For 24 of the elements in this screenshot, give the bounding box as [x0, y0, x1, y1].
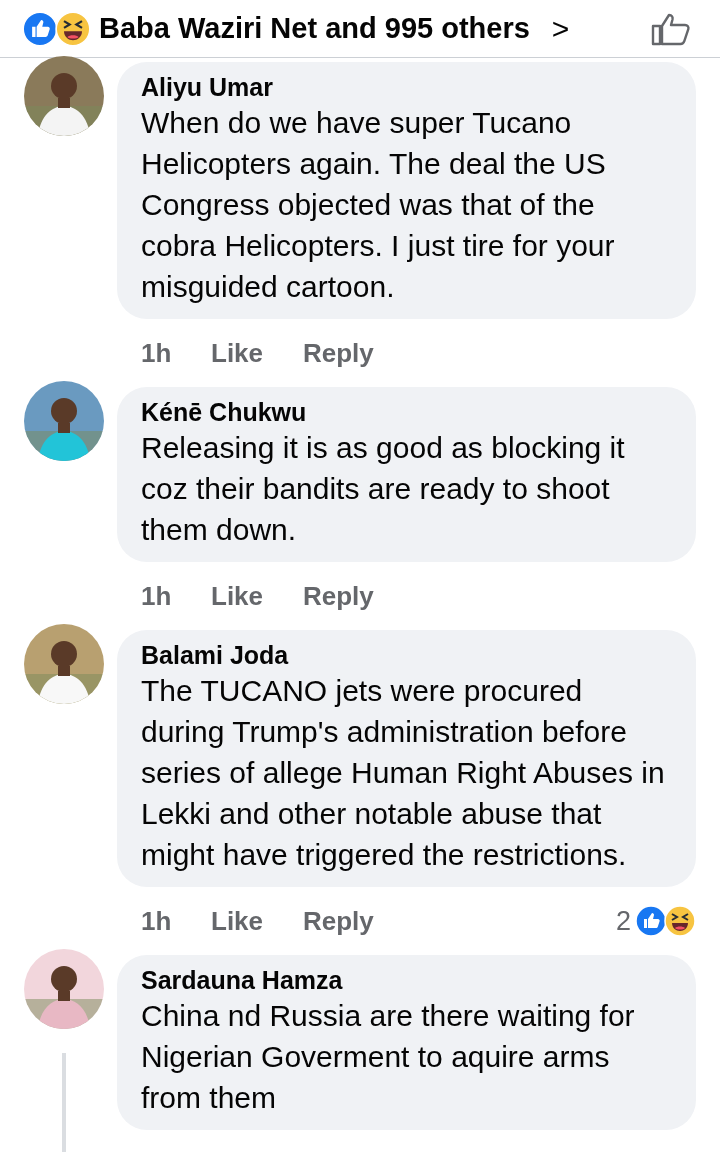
like-link[interactable]: Like [211, 580, 303, 612]
reaction-count: 2 [615, 905, 631, 937]
like-reaction-icon [635, 905, 667, 937]
like-reaction-icon [22, 10, 58, 47]
like-link[interactable]: Like [211, 905, 303, 937]
comment-text: The TUCANO jets were procured during Trump's administration before series of allege Human Right Abuses in Lekki and other notable abuse that might have triggered the restrictions. [141, 673, 666, 873]
reactions-summary[interactable]: Baba Waziri Net and 995 others [99, 12, 530, 45]
comment-text: China nd Russia are there waiting for Nigerian Goverment to aquire arms from them [141, 998, 636, 1116]
comment-time: 1h [141, 337, 173, 369]
comment-time: 1h [141, 580, 173, 612]
comment-author[interactable]: Sardauna Hamza [141, 965, 672, 995]
comment-author[interactable]: Aliyu Umar [141, 72, 672, 102]
laughing-emoji-icon [55, 10, 91, 47]
like-link[interactable]: Like [211, 337, 303, 369]
reply-link[interactable]: Reply [303, 580, 403, 612]
comment-time: 1h [141, 905, 173, 937]
reply-link[interactable]: Reply [303, 337, 403, 369]
comment-author[interactable]: Kénē Chukwu [141, 397, 672, 427]
comment-text: When do we have super Tucano Helicopters again. The deal the US Congress objected was that of the cobra Helicopters. I just tire for your misguided cartoon. [141, 105, 616, 305]
laughing-emoji-icon [664, 905, 696, 937]
comment-text: Releasing it is as good as blocking it coz their bandits are ready to shoot them down. [141, 430, 626, 548]
chevron[interactable]: > [551, 11, 570, 46]
reply-link[interactable]: Reply [303, 905, 403, 937]
comment-author[interactable]: Balami Joda [141, 640, 672, 670]
